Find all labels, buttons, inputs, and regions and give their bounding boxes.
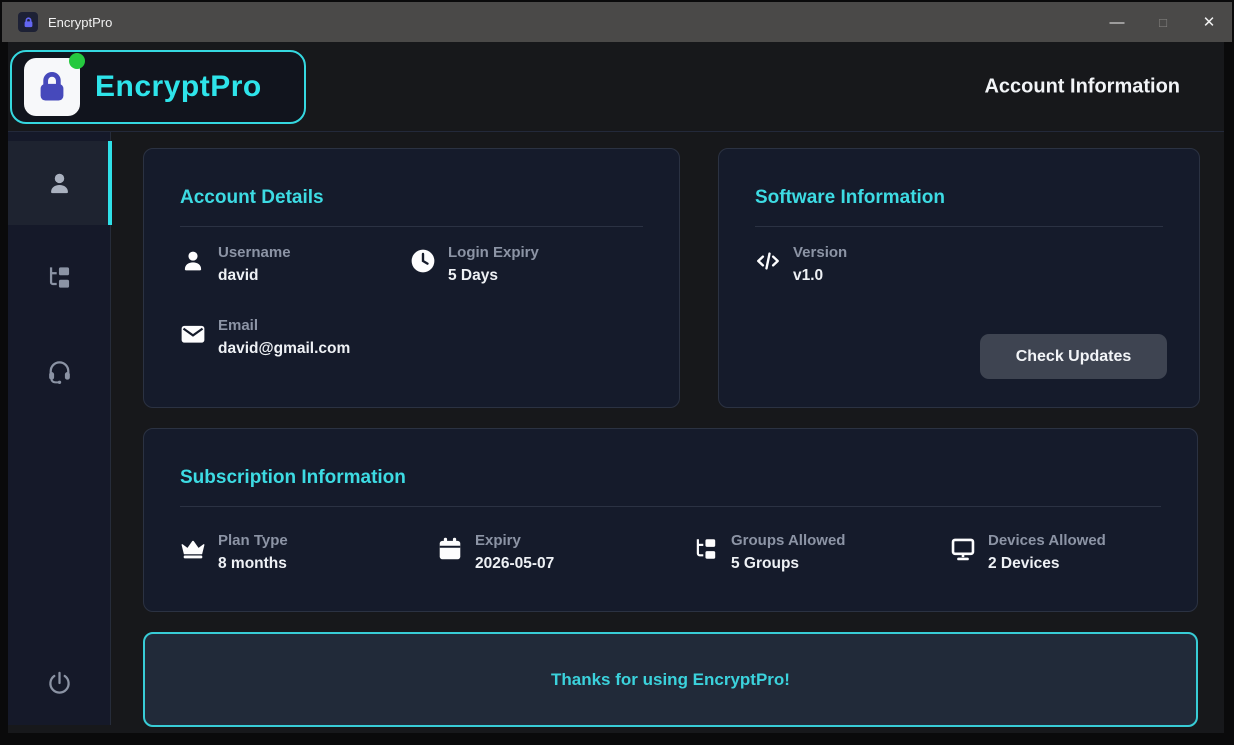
sidebar [8,132,111,725]
app-body: EncryptPro Account Information [8,42,1224,733]
subscription-card: Subscription Information Plan Type 8 mon… [143,428,1198,612]
card-title: Account Details [180,187,643,209]
power-icon [46,670,73,697]
software-fields: Version v1.0 [755,245,1163,284]
divider [180,506,1161,507]
field-label: Username [218,245,291,260]
card-title: Software Information [755,187,1163,209]
lock-icon [22,16,35,29]
crown-icon [180,536,206,562]
check-updates-button[interactable]: Check Updates [980,334,1167,379]
logo-text: EncryptPro [95,70,262,104]
app-window: EncryptPro — □ ✕ EncryptPro Account Info… [0,0,1234,745]
field-label: Version [793,245,847,260]
logo-badge [24,58,80,116]
folder-tree-icon [693,536,719,562]
mail-icon [180,321,206,347]
folder-tree-icon [46,264,73,291]
maximize-button[interactable]: □ [1140,2,1186,42]
field-value: 2 Devices [988,556,1106,572]
field-value: v1.0 [793,268,847,284]
field-label: Devices Allowed [988,533,1106,548]
monitor-icon [950,536,976,562]
online-status-dot [69,53,85,69]
field-value: 8 months [218,556,288,572]
divider [755,226,1163,227]
headset-icon [46,358,73,385]
field-label: Expiry [475,533,554,548]
clock-icon [410,248,436,274]
field-expiry: Expiry 2026-05-07 [437,533,693,572]
user-icon [180,248,206,274]
calendar-icon [437,536,463,562]
field-value: 5 Days [448,268,539,284]
divider [180,226,643,227]
sidebar-item-account[interactable] [8,141,111,225]
page-title: Account Information [984,75,1180,98]
sidebar-item-support[interactable] [8,329,111,413]
card-title: Subscription Information [180,467,1161,489]
field-value: 2026-05-07 [475,556,554,572]
field-label: Groups Allowed [731,533,845,548]
subscription-fields: Plan Type 8 months Expiry [180,533,1161,572]
sidebar-item-logout[interactable] [8,641,111,725]
field-username: Username david [180,245,410,284]
window-controls: — □ ✕ [1094,2,1232,42]
footer-message: Thanks for using EncryptPro! [551,670,790,690]
field-groups-allowed: Groups Allowed 5 Groups [693,533,950,572]
field-label: Email [218,318,350,333]
footer-banner: Thanks for using EncryptPro! [143,632,1198,727]
minimize-button[interactable]: — [1094,2,1140,42]
field-version: Version v1.0 [755,245,985,284]
software-info-card: Software Information Version v1.0 [718,148,1200,408]
field-label: Plan Type [218,533,288,548]
field-value: david@gmail.com [218,341,350,357]
account-details-card: Account Details Username david [143,148,680,408]
header: EncryptPro Account Information [8,42,1224,132]
field-value: 5 Groups [731,556,845,572]
app-icon [18,12,38,32]
titlebar-app-name: EncryptPro [48,15,112,30]
field-label: Login Expiry [448,245,539,260]
field-login-expiry: Login Expiry 5 Days [410,245,643,284]
field-value: david [218,268,291,284]
account-fields: Username david Login Expiry 5 Days [180,245,643,356]
code-icon [755,248,781,274]
user-icon [46,170,73,197]
logo: EncryptPro [10,50,306,124]
lock-icon [33,68,71,106]
close-button[interactable]: ✕ [1186,2,1232,42]
field-plan-type: Plan Type 8 months [180,533,437,572]
field-email: Email david@gmail.com [180,318,410,357]
field-devices-allowed: Devices Allowed 2 Devices [950,533,1161,572]
sidebar-item-groups[interactable] [8,235,111,319]
titlebar: EncryptPro — □ ✕ [2,2,1232,42]
